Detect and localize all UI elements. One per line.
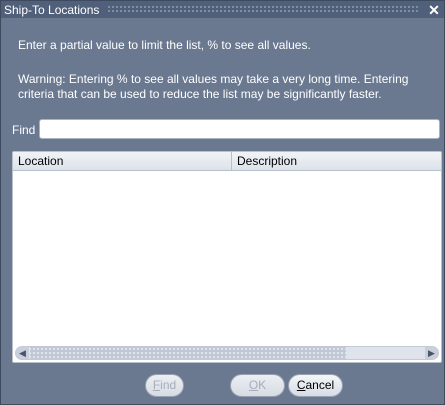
close-icon[interactable]: ✕	[427, 3, 441, 17]
find-label: Find	[12, 123, 36, 137]
find-input[interactable]	[39, 119, 440, 139]
title-bar[interactable]: Ship-To Locations ✕	[1, 1, 444, 18]
column-header-location[interactable]: Location	[13, 152, 232, 170]
dialog-title: Ship-To Locations	[4, 2, 100, 17]
cancel-button[interactable]: Cancel	[288, 374, 343, 397]
cancel-button-label: ancel	[305, 378, 335, 392]
find-button[interactable]: Find	[145, 374, 184, 397]
ok-button-mnemonic: O	[248, 378, 259, 392]
hint-message: Enter a partial value to limit the list,…	[18, 38, 311, 52]
horizontal-scrollbar[interactable]: ◀ ▶	[15, 346, 439, 360]
list-header: Location Description	[13, 152, 441, 171]
title-grip-pattern	[107, 5, 419, 14]
results-list: Location Description ◀ ▶	[12, 151, 442, 363]
scroll-thumb[interactable]	[30, 347, 346, 359]
find-button-label: ind	[160, 378, 177, 392]
scroll-left-icon[interactable]: ◀	[16, 347, 29, 359]
ok-button[interactable]: OK	[230, 374, 285, 397]
scroll-right-icon[interactable]: ▶	[425, 347, 438, 359]
list-body[interactable]	[13, 171, 441, 347]
warning-message: Warning: Entering % to see all values ma…	[18, 72, 409, 101]
ok-button-label: K	[258, 378, 267, 392]
column-header-description[interactable]: Description	[232, 152, 441, 170]
ship-to-locations-dialog: Ship-To Locations ✕ Enter a partial valu…	[0, 0, 445, 405]
